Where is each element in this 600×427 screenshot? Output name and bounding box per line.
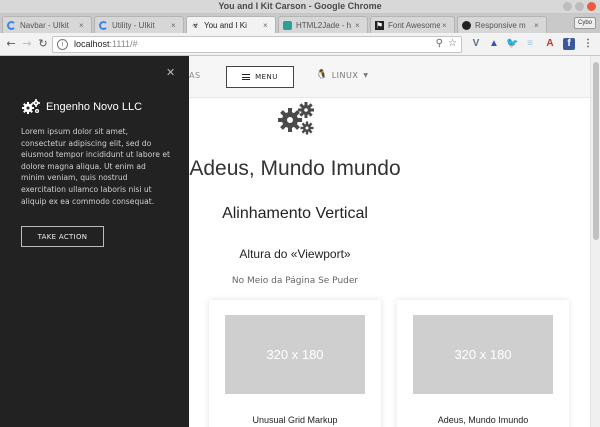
tab-label: Navbar - UIkit xyxy=(20,20,69,30)
back-button[interactable]: ← xyxy=(4,37,18,51)
list-extension-icon[interactable]: ≡ xyxy=(524,38,536,50)
tab-font-awesome[interactable]: ⚑ Font Awesome × xyxy=(370,16,455,33)
scrollbar-thumb[interactable] xyxy=(593,62,599,240)
tab-label: You and I Ki xyxy=(204,21,247,30)
github-icon xyxy=(462,20,471,30)
facebook-extension-icon[interactable]: f xyxy=(563,38,575,50)
window-titlebar: You and I Kit Carson - Google Chrome xyxy=(0,0,600,14)
vue-extension-icon[interactable]: V xyxy=(470,38,482,50)
tab-label: Responsive m xyxy=(475,20,526,30)
window-title: You and I Kit Carson - Google Chrome xyxy=(218,1,382,11)
nav-item-linux[interactable]: 🐧 LINUX ▼ xyxy=(316,70,368,80)
card: 320 x 180 Adeus, Mundo Imundo xyxy=(397,300,569,427)
menu-button[interactable]: MENU xyxy=(226,66,294,88)
tab-utility-uikit[interactable]: Utility - UIkit × xyxy=(94,16,184,33)
close-tab-icon[interactable]: × xyxy=(79,21,87,30)
close-tab-icon[interactable]: × xyxy=(442,21,450,30)
brand[interactable]: Engenho Novo LLC xyxy=(21,99,142,115)
html-icon xyxy=(283,20,292,30)
chrome-menu-icon[interactable]: ⋮ xyxy=(582,38,594,50)
browser-toolbar: ← → ↻ i localhost:1111/# ⚲ ☆ V ▲ 🐦 ≡ A f… xyxy=(0,33,600,56)
gears-icon xyxy=(278,102,314,135)
brand-name: Engenho Novo LLC xyxy=(46,101,143,113)
flag-icon: ⚑ xyxy=(375,20,384,30)
biohazard-icon: ☣ xyxy=(191,21,200,30)
tab-navbar-uikit[interactable]: Navbar - UIkit × xyxy=(2,16,92,33)
close-tab-icon[interactable]: × xyxy=(171,21,179,30)
profile-badge[interactable]: Cybo xyxy=(574,17,596,29)
tab-you-and-i-kit[interactable]: ☣ You and I Ki × xyxy=(186,16,276,34)
linux-label: LINUX xyxy=(331,70,359,80)
section-heading: Altura do «Viewport» xyxy=(239,247,351,261)
page-scrollbar[interactable] xyxy=(590,56,600,427)
card: 320 x 180 Unusual Grid Markup xyxy=(209,300,381,427)
linux-icon: 🐧 xyxy=(316,70,328,80)
a-extension-icon[interactable]: A xyxy=(544,38,556,50)
tab-strip: Navbar - UIkit × Utility - UIkit × ☣ You… xyxy=(0,14,600,34)
page-subheading: Alinhamento Vertical xyxy=(222,205,368,222)
bookmark-star-icon[interactable]: ☆ xyxy=(448,38,457,49)
url-text[interactable]: localhost:1111/# xyxy=(74,39,138,49)
forward-button[interactable]: → xyxy=(20,37,34,51)
minimize-button[interactable] xyxy=(563,2,572,11)
close-window-button[interactable] xyxy=(587,2,596,11)
close-tab-icon[interactable]: × xyxy=(263,21,271,30)
tab-label: HTML2Jade - h xyxy=(296,20,352,30)
card-title: Unusual Grid Markup xyxy=(252,415,338,425)
hamburger-icon xyxy=(242,74,251,80)
info-icon[interactable]: i xyxy=(57,39,68,50)
card-title: Adeus, Mundo Imundo xyxy=(437,415,529,425)
search-icon[interactable]: ⚲ xyxy=(436,38,443,49)
offcanvas-text: Lorem ipsum dolor sit amet, consectetur … xyxy=(21,127,170,206)
image-placeholder: 320 x 180 xyxy=(225,315,365,394)
offcanvas-panel: ✕ Engenho Novo LLC Lorem ipsum dolor sit… xyxy=(0,56,189,427)
tab-label: Utility - UIkit xyxy=(112,20,155,30)
window-controls xyxy=(563,2,596,11)
image-placeholder: 320 x 180 xyxy=(413,315,553,394)
twitter-extension-icon[interactable]: 🐦 xyxy=(506,38,518,50)
tab-responsive[interactable]: Responsive m × xyxy=(457,16,547,33)
url-path: :1111/# xyxy=(109,39,138,49)
take-action-button[interactable]: TAKE ACTION xyxy=(21,226,104,247)
menu-label: MENU xyxy=(255,73,278,81)
close-icon[interactable]: ✕ xyxy=(166,66,175,79)
page-viewport: AS MENU 🐧 LINUX ▼ Adeus, Mundo Imundo Al… xyxy=(0,56,590,427)
spinner-icon xyxy=(7,20,16,30)
tab-label: Font Awesome xyxy=(388,20,440,30)
spinner-icon xyxy=(99,20,108,30)
close-tab-icon[interactable]: × xyxy=(534,21,542,30)
nav-item-partial[interactable]: AS xyxy=(189,71,201,80)
maximize-button[interactable] xyxy=(575,2,584,11)
chrome-extension-icon[interactable]: ▲ xyxy=(488,38,500,50)
gears-icon xyxy=(22,99,40,114)
tab-html2jade[interactable]: HTML2Jade - h × xyxy=(278,16,368,33)
page-heading: Adeus, Mundo Imundo xyxy=(189,157,401,180)
url-host: localhost xyxy=(74,39,110,49)
reload-button[interactable]: ↻ xyxy=(36,37,50,51)
close-tab-icon[interactable]: × xyxy=(355,21,363,30)
address-bar[interactable]: i localhost:1111/# ⚲ ☆ xyxy=(52,36,462,53)
section-subtext: No Meio da Página Se Puder xyxy=(231,276,359,286)
caret-down-icon: ▼ xyxy=(363,71,369,79)
